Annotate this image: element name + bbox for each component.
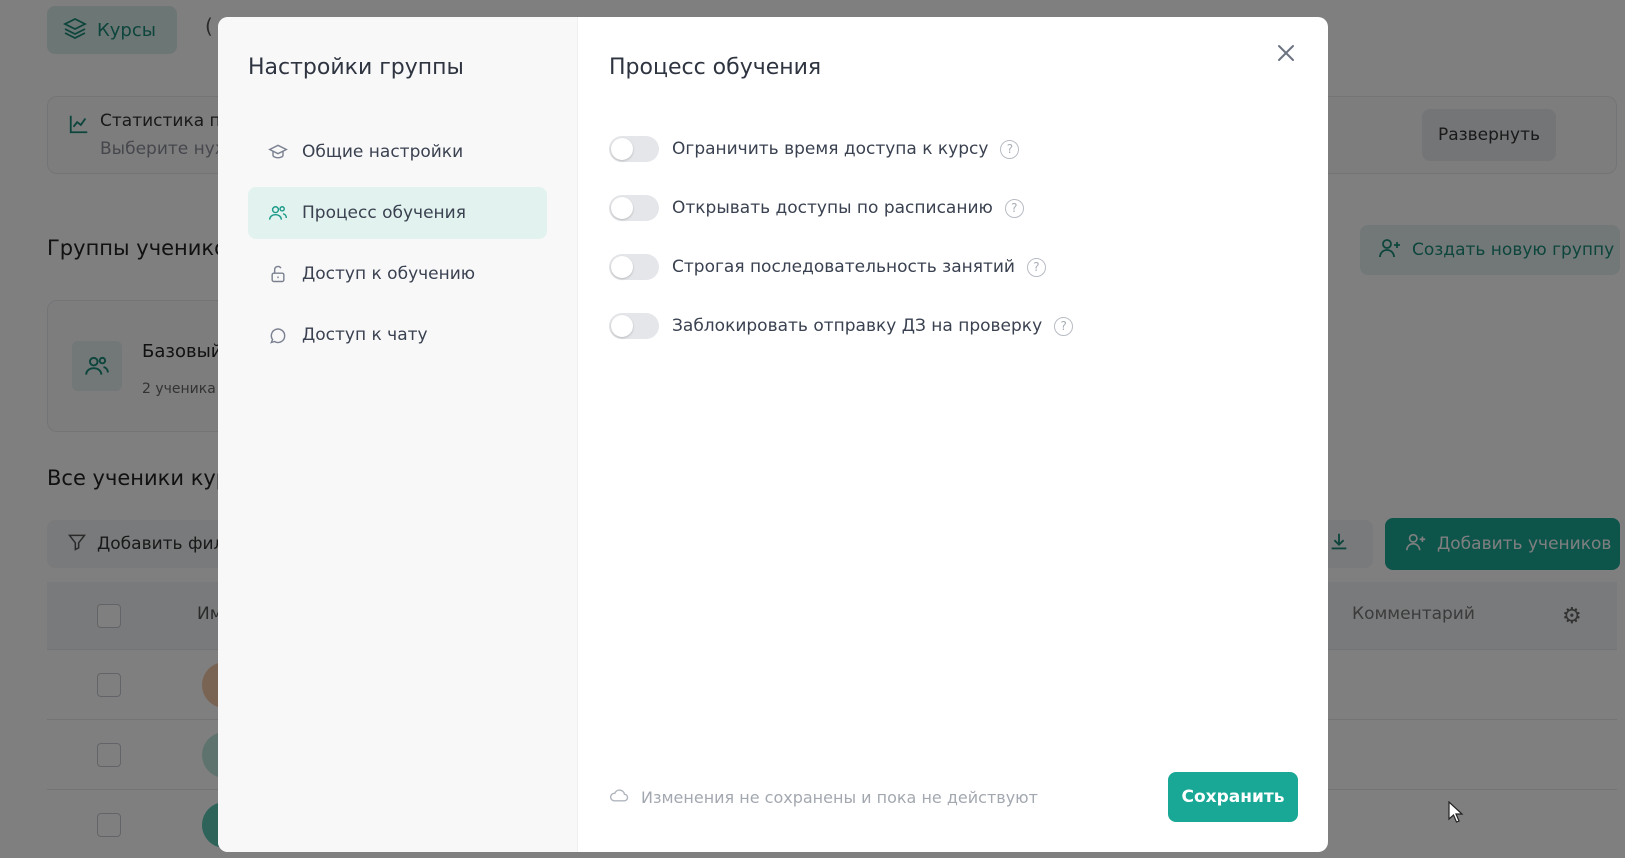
toggle-knob	[611, 138, 633, 160]
toggle-knob	[611, 315, 633, 337]
settings-list: Ограничить время доступа к курсу ? Откры…	[609, 136, 1298, 339]
modal-content: Процесс обучения Ограничить время доступ…	[578, 17, 1328, 852]
group-settings-modal: Настройки группы Общие настройки Процесс…	[218, 17, 1328, 852]
toggle-switch[interactable]	[609, 195, 659, 221]
nav-item-learning-process[interactable]: Процесс обучения	[248, 187, 547, 239]
setting-label: Заблокировать отправку ДЗ на проверку	[672, 316, 1043, 336]
toggle-switch[interactable]	[609, 136, 659, 162]
graduation-cap-icon	[268, 142, 288, 162]
toggle-knob	[611, 256, 633, 278]
section-title: Процесс обучения	[609, 55, 822, 80]
setting-limit-access-time: Ограничить время доступа к курсу ?	[609, 136, 1298, 162]
modal-footer: Изменения не сохранены и пока не действу…	[609, 772, 1298, 822]
nav-item-label: Процесс обучения	[302, 203, 466, 223]
toggle-switch[interactable]	[609, 254, 659, 280]
close-button[interactable]	[1274, 43, 1298, 67]
mouse-cursor-icon	[1448, 801, 1464, 823]
modal-sidebar: Настройки группы Общие настройки Процесс…	[218, 17, 578, 852]
help-icon[interactable]: ?	[1000, 139, 1020, 159]
cloud-icon	[609, 787, 629, 807]
help-icon[interactable]: ?	[1054, 316, 1074, 336]
nav-item-general[interactable]: Общие настройки	[248, 126, 547, 178]
help-icon[interactable]: ?	[1004, 198, 1024, 218]
setting-schedule-access: Открывать доступы по расписанию ?	[609, 195, 1298, 221]
chat-icon	[268, 325, 288, 345]
setting-strict-sequence: Строгая последовательность занятий ?	[609, 254, 1298, 280]
nav-item-label: Доступ к чату	[302, 325, 428, 345]
nav-item-chat-access[interactable]: Доступ к чату	[248, 309, 547, 361]
unsaved-note-text: Изменения не сохранены и пока не действу…	[641, 787, 1038, 807]
save-button[interactable]: Сохранить	[1168, 772, 1298, 822]
setting-label: Открывать доступы по расписанию	[672, 198, 993, 218]
toggle-switch[interactable]	[609, 313, 659, 339]
toggle-knob	[611, 197, 633, 219]
nav-item-label: Общие настройки	[302, 142, 464, 162]
nav-item-learning-access[interactable]: Доступ к обучению	[248, 248, 547, 300]
nav-item-label: Доступ к обучению	[302, 264, 476, 284]
setting-label: Ограничить время доступа к курсу	[672, 139, 989, 159]
modal-title: Настройки группы	[248, 55, 464, 80]
close-icon	[1277, 44, 1295, 66]
setting-label: Строгая последовательность занятий	[672, 257, 1015, 277]
setting-block-homework: Заблокировать отправку ДЗ на проверку ?	[609, 313, 1298, 339]
help-icon[interactable]: ?	[1026, 257, 1046, 277]
unsaved-note: Изменения не сохранены и пока не действу…	[609, 787, 1038, 807]
users-icon	[268, 203, 288, 223]
lock-open-icon	[268, 264, 288, 284]
